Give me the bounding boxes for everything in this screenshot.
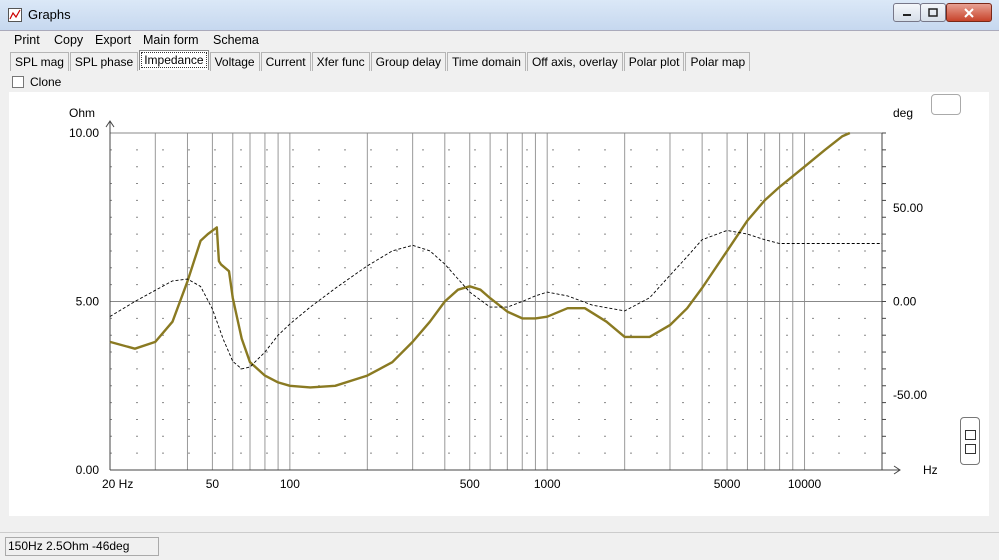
axes	[105, 120, 901, 475]
y-left-tick-label: 0.00	[76, 463, 100, 477]
x-tick-label: 20 Hz	[102, 477, 133, 491]
y-right-tick-label: 50.00	[893, 201, 923, 215]
impedance-series-line	[109, 131, 851, 389]
zoom-out-icon	[965, 444, 976, 454]
y-axis-label-right: deg	[893, 106, 913, 120]
y-left-tick-label: 5.00	[76, 295, 100, 309]
y-left-tick-label: 10.00	[69, 126, 99, 140]
x-tick-label: 5000	[714, 477, 741, 491]
status-readout: 150Hz 2.5Ohm -46deg	[5, 537, 159, 556]
zoom-control[interactable]	[960, 417, 980, 465]
y-axis-label-left: Ohm	[69, 106, 95, 120]
x-tick-label: 100	[280, 477, 300, 491]
x-tick-label: 1000	[534, 477, 561, 491]
x-tick-label: 10000	[788, 477, 822, 491]
y-right-tick-label: -50.00	[893, 388, 927, 402]
legend-box[interactable]	[931, 94, 961, 115]
x-tick-label: 50	[206, 477, 220, 491]
phase-series-line	[109, 229, 882, 370]
x-tick-label: 500	[460, 477, 480, 491]
y-right-tick-label: 0.00	[893, 295, 917, 309]
series-layer	[109, 131, 882, 389]
x-axis-label: Hz	[923, 463, 938, 477]
status-bar: 150Hz 2.5Ohm -46deg	[0, 532, 999, 560]
zoom-in-icon	[965, 430, 976, 440]
impedance-chart[interactable]: Ohm deg Hz 0.00 5.00 10.00 -50.00 0.00 50.00 20 H…	[0, 0, 999, 559]
